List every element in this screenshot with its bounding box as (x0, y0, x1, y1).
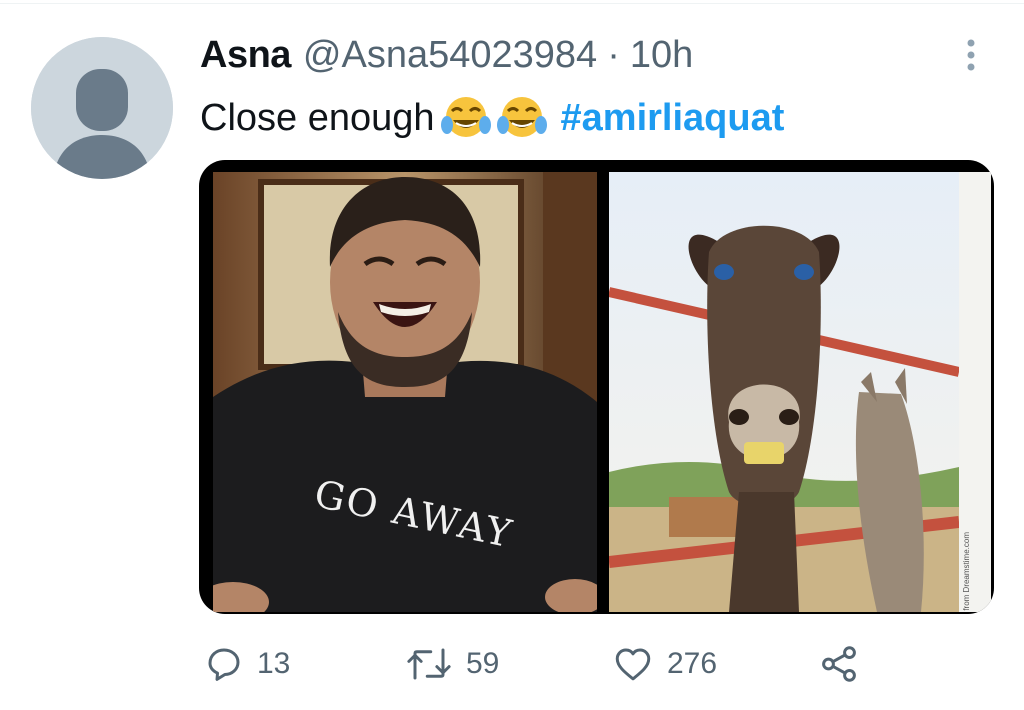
tweet-actions: 13 59 276 (0, 636, 1024, 692)
avatar[interactable] (31, 37, 173, 179)
tweet-header: Asna @Asna54023984 · 10h (200, 34, 693, 82)
more-options-icon[interactable] (960, 38, 982, 72)
like-count: 276 (667, 647, 718, 680)
like-button[interactable]: 276 (611, 636, 717, 692)
hashtag-link[interactable]: #amirliaquat (561, 97, 785, 140)
tweet-body: Close enough (200, 96, 435, 139)
share-icon (818, 643, 860, 685)
separator-dot: · (607, 34, 620, 76)
stock-watermark-strip: Download from Dreamstime.com (959, 172, 991, 612)
face-with-tears-of-joy-icon (496, 95, 547, 141)
heart-icon (611, 643, 655, 685)
stock-watermark-text: Download from Dreamstime.com (962, 532, 971, 612)
media-photo-donkey[interactable] (609, 172, 959, 612)
media-photo-man[interactable]: GO AWAY (213, 172, 597, 612)
default-avatar-icon (31, 37, 173, 179)
reply-button[interactable]: 13 (203, 636, 290, 692)
reply-icon (203, 643, 245, 685)
tweet-media[interactable]: GO AWAY Download from Dreamstime.com (199, 160, 994, 614)
tweet-text: Close enough #amirliaquat (200, 93, 784, 143)
author-name[interactable]: Asna (200, 34, 291, 77)
retweet-icon (404, 643, 454, 685)
retweet-button[interactable]: 59 (404, 636, 499, 692)
share-button[interactable] (818, 636, 860, 692)
face-with-tears-of-joy-icon (440, 95, 491, 141)
tweet-timestamp[interactable]: 10h (630, 34, 693, 77)
top-divider (0, 3, 1024, 4)
author-handle[interactable]: @Asna54023984 (303, 34, 597, 77)
reply-count: 13 (257, 647, 291, 680)
retweet-count: 59 (466, 647, 500, 680)
